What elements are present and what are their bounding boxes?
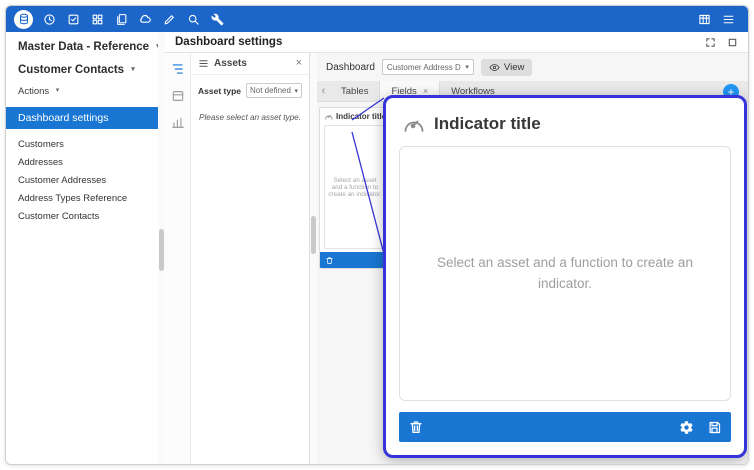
tab-tables[interactable]: Tables	[330, 81, 379, 101]
history-icon[interactable]	[37, 6, 61, 32]
indicator-toolbar-right	[679, 420, 722, 435]
trash-icon[interactable]	[325, 256, 334, 265]
tools-wrench-icon[interactable]	[205, 6, 229, 32]
gauge-icon	[401, 112, 425, 136]
topbar-right-group	[692, 6, 740, 32]
caret-down-icon: ▾	[131, 65, 135, 73]
sidebar-scrollbar[interactable]	[158, 32, 165, 464]
actions-menu[interactable]: Actions ▾	[6, 76, 158, 97]
sidebar-item-list: Customers Addresses Customer Addresses A…	[6, 129, 158, 225]
main-header-icons	[705, 37, 738, 48]
indicator-card-zoomed: Indicator title Select an asset and a fu…	[383, 95, 747, 458]
indicator-card-small[interactable]: Indicator title Select an asset and a fu…	[319, 107, 391, 269]
assets-panel: Assets × Asset type Not defined ▾ Please…	[191, 53, 310, 464]
trash-icon[interactable]	[408, 419, 424, 435]
asset-type-label: Asset type	[198, 86, 241, 96]
tab-label: Tables	[341, 86, 368, 97]
view-button[interactable]: View	[481, 59, 532, 76]
indicator-title: Indicator title	[434, 114, 541, 134]
asset-type-select[interactable]: Not defined ▾	[246, 83, 302, 98]
cloud-icon[interactable]	[133, 6, 157, 32]
caret-down-icon: ▾	[465, 63, 469, 71]
gear-icon[interactable]	[679, 420, 694, 435]
dashboard-label: Dashboard	[326, 62, 375, 73]
dashboard-select[interactable]: Customer Address Datase ▾	[382, 59, 474, 75]
sidebar-item-customers[interactable]: Customers	[6, 135, 158, 153]
main-header: Dashboard settings	[165, 32, 748, 53]
sidebar: Master Data - Reference ▾ Customer Conta…	[6, 32, 158, 464]
caret-down-icon: ▾	[294, 87, 298, 95]
indicator-header: Indicator title	[399, 110, 731, 146]
close-icon[interactable]: ×	[296, 58, 302, 69]
entity-selector[interactable]: Customer Contacts ▾	[6, 53, 158, 76]
maximize-icon[interactable]	[727, 37, 738, 48]
tables-icon[interactable]	[692, 6, 716, 32]
eye-icon	[489, 62, 500, 73]
indicator-toolbar	[320, 252, 390, 268]
topbar	[6, 6, 748, 32]
indicator-empty-message: Select an asset and a function to create…	[324, 125, 386, 249]
dashboard-controls: Dashboard Customer Address Datase ▾ View	[317, 53, 748, 81]
scrollbar-thumb[interactable]	[159, 229, 164, 271]
view-button-label: View	[504, 62, 524, 73]
menu-icon[interactable]	[716, 6, 740, 32]
indicator-toolbar	[399, 412, 731, 442]
chevron-left-icon[interactable]: ‹	[317, 81, 330, 101]
database-icon	[18, 13, 30, 25]
scrollbar-thumb[interactable]	[311, 216, 316, 254]
page-title: Dashboard settings	[175, 36, 282, 48]
assets-panel-title: Assets	[214, 58, 291, 69]
gauge-icon	[324, 112, 333, 121]
sidebar-item-address-types-reference[interactable]: Address Types Reference	[6, 189, 158, 207]
asset-type-row: Asset type Not defined ▾	[191, 75, 309, 98]
workspace-selector[interactable]: Master Data - Reference ▾	[6, 32, 158, 53]
documents-icon[interactable]	[109, 6, 133, 32]
entity-label: Customer Contacts	[18, 64, 124, 76]
sidebar-item-dashboard-settings[interactable]: Dashboard settings	[6, 107, 158, 129]
edit-pen-icon[interactable]	[157, 6, 181, 32]
panel-icon[interactable]	[171, 89, 185, 103]
search-icon[interactable]	[181, 6, 205, 32]
apps-grid-icon[interactable]	[85, 6, 109, 32]
actions-label: Actions	[18, 86, 49, 97]
assets-empty-message: Please select an asset type.	[191, 113, 309, 122]
tasks-icon[interactable]	[61, 6, 85, 32]
dashboard-select-value: Customer Address Datase	[387, 63, 461, 72]
assets-panel-header: Assets ×	[191, 53, 309, 75]
expand-icon[interactable]	[705, 37, 716, 48]
caret-down-icon: ▾	[56, 86, 60, 94]
hamburger-icon	[198, 58, 209, 69]
assets-outline-icon[interactable]	[171, 62, 185, 76]
workspace-label: Master Data - Reference	[18, 41, 149, 53]
indicator-body: Select an asset and a function to create…	[399, 146, 731, 401]
panel-icon-rail	[165, 53, 191, 464]
indicator-card-small-header: Indicator title	[320, 108, 390, 123]
sidebar-item-addresses[interactable]: Addresses	[6, 153, 158, 171]
sidebar-item-customer-addresses[interactable]: Customer Addresses	[6, 171, 158, 189]
app-window: Master Data - Reference ▾ Customer Conta…	[5, 5, 749, 465]
assets-scrollbar[interactable]	[310, 53, 317, 464]
indicator-empty-message: Select an asset and a function to create…	[423, 253, 708, 294]
indicator-title: Indicator title	[336, 112, 386, 121]
save-icon[interactable]	[707, 420, 722, 435]
chart-icon[interactable]	[171, 116, 185, 130]
asset-type-value: Not defined	[250, 86, 291, 95]
app-logo[interactable]	[14, 10, 33, 29]
sidebar-item-customer-contacts[interactable]: Customer Contacts	[6, 207, 158, 225]
